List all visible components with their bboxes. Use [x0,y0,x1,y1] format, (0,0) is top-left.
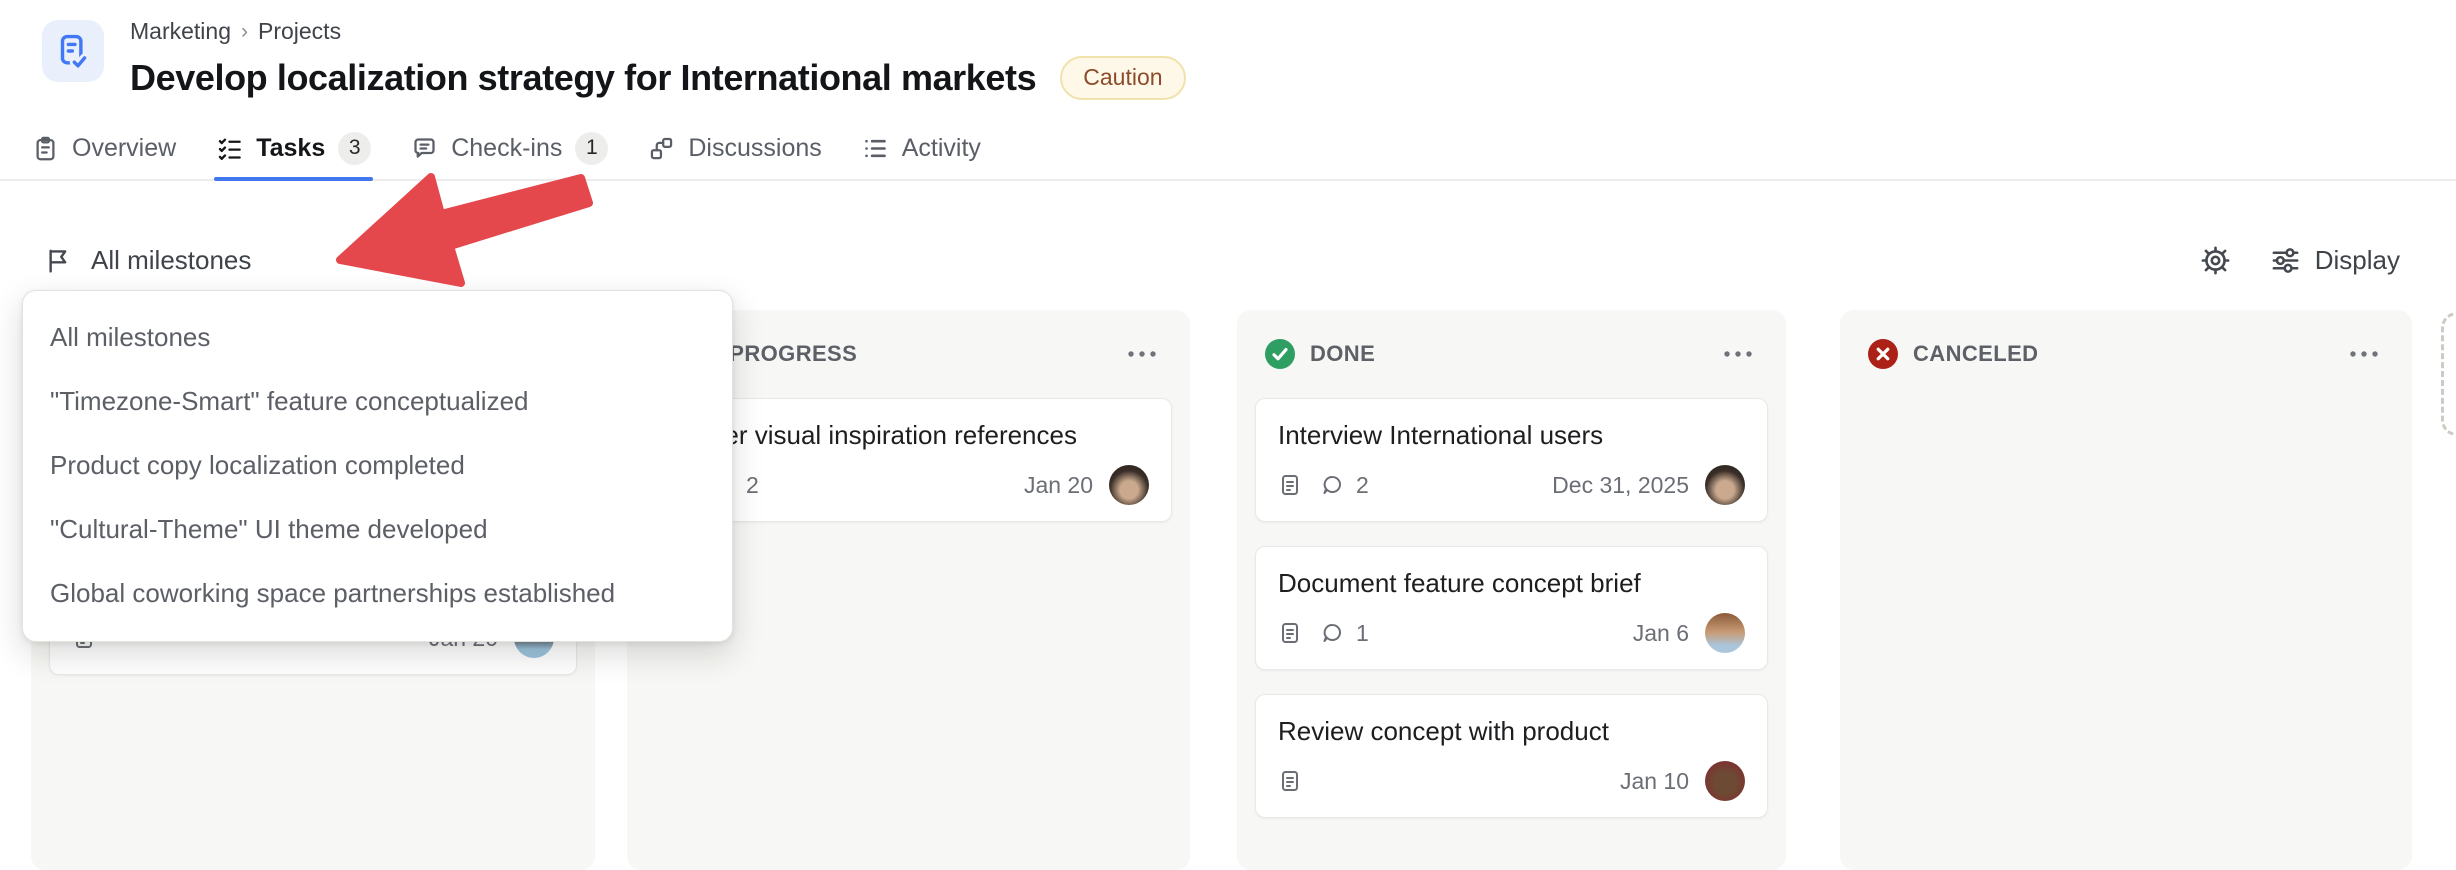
breadcrumb-item-projects[interactable]: Projects [258,18,341,45]
due-date: Jan 20 [1023,471,1093,498]
column-menu-button[interactable] [1718,346,1758,362]
doc-icon [1278,769,1302,793]
page-title: Develop localization strategy for Intern… [130,56,1037,98]
milestone-option-product-copy-localization-completed[interactable]: Product copy localization completed [23,433,732,497]
tab-label: Tasks [256,133,326,162]
due-date: Dec 31, 2025 [1552,471,1689,498]
breadcrumb: Marketing › Projects [130,18,1186,45]
column-menu-button[interactable] [1122,346,1162,362]
flag-icon [44,246,73,275]
avatar [1705,613,1745,653]
settings-button[interactable] [2199,244,2232,277]
comment-count: 1 [1356,619,1369,646]
activity-icon [862,135,889,162]
avatar [1705,761,1745,801]
comment-icon [411,135,438,162]
kanban-column-done: DONE Interview International users 2 Dec 31… [1237,310,1786,870]
add-column-placeholder[interactable] [2441,312,2456,436]
clipboard-icon [32,135,59,162]
tab-count-badge: 1 [575,131,609,165]
project-icon [42,20,104,82]
tab-overview[interactable]: Overview [32,117,176,179]
milestone-filter-label: All milestones [91,244,252,275]
avatar [1705,465,1745,505]
avatar [1109,465,1149,505]
tab-discussions[interactable]: Discussions [648,117,822,179]
kanban-column-canceled: CANCELED [1840,310,2412,870]
card-title: Interview International users [1278,420,1604,450]
column-title: CANCELED [1913,341,2039,366]
milestone-option-all-milestones[interactable]: All milestones [23,305,732,369]
milestone-option-timezone-smart-feature-conceptualized[interactable]: "Timezone-Smart" feature conceptualized [23,369,732,433]
breadcrumb-separator: › [240,19,248,43]
tab-check-ins[interactable]: Check-ins 1 [411,117,609,179]
tab-tasks[interactable]: Tasks 3 [214,117,374,181]
tab-activity[interactable]: Activity [862,117,981,179]
card-title: Gather visual inspiration references [668,420,1077,450]
comment-count: 2 [746,471,759,498]
tab-label: Check-ins [451,133,563,162]
milestones-dropdown: All milestones "Timezone-Smart" feature c… [22,290,733,642]
tab-bar: Overview Tasks 3 Check-ins 1 Discussions Activ… [0,117,2456,181]
column-menu-button[interactable] [2344,346,2384,362]
task-card-document-feature-concept-brief[interactable]: Document feature concept brief 1 Jan 6 [1255,546,1768,670]
board-toolbar: All milestones Display [0,225,2456,295]
milestone-option-cultural-theme-ui-theme-developed[interactable]: "Cultural-Theme" UI theme developed [23,497,732,561]
workflow-icon [648,135,675,162]
milestone-filter-button[interactable]: All milestones [44,225,251,295]
column-title: DONE [1310,341,1376,366]
done-status-icon [1265,339,1295,369]
column-header: CANCELED [1840,310,2412,398]
due-date: Jan 10 [1619,767,1689,794]
display-label: Display [2314,244,2400,275]
checklist-icon [216,135,243,162]
due-date: Jan 6 [1632,619,1689,646]
comment-count: 2 [1356,471,1369,498]
tab-label: Overview [72,133,177,162]
milestone-option-global-coworking-space-partnerships-established[interactable]: Global coworking space partnerships esta… [23,561,732,625]
doc-icon [1278,473,1302,497]
task-card-interview-international-users[interactable]: Interview International users 2 Dec 31, 20… [1255,398,1768,522]
sliders-icon [2270,245,2301,276]
tab-label: Activity [901,133,981,162]
tab-count-badge: 3 [338,131,372,165]
doc-icon [1278,621,1302,645]
card-title: Document feature concept brief [1278,568,1641,598]
card-title: Review concept with product [1278,716,1609,746]
gear-icon [2199,244,2232,277]
document-check-icon [60,34,90,71]
tab-label: Discussions [688,133,822,162]
status-badge[interactable]: Caution [1060,56,1186,100]
column-header: DONE [1237,310,1786,398]
comment-icon [1320,621,1344,645]
comment-icon [1320,473,1344,497]
breadcrumb-item-marketing[interactable]: Marketing [130,18,231,45]
task-card-review-concept-with-product[interactable]: Review concept with product Jan 10 [1255,694,1768,818]
display-button[interactable]: Display [2270,245,2400,276]
canceled-status-icon [1868,339,1898,369]
